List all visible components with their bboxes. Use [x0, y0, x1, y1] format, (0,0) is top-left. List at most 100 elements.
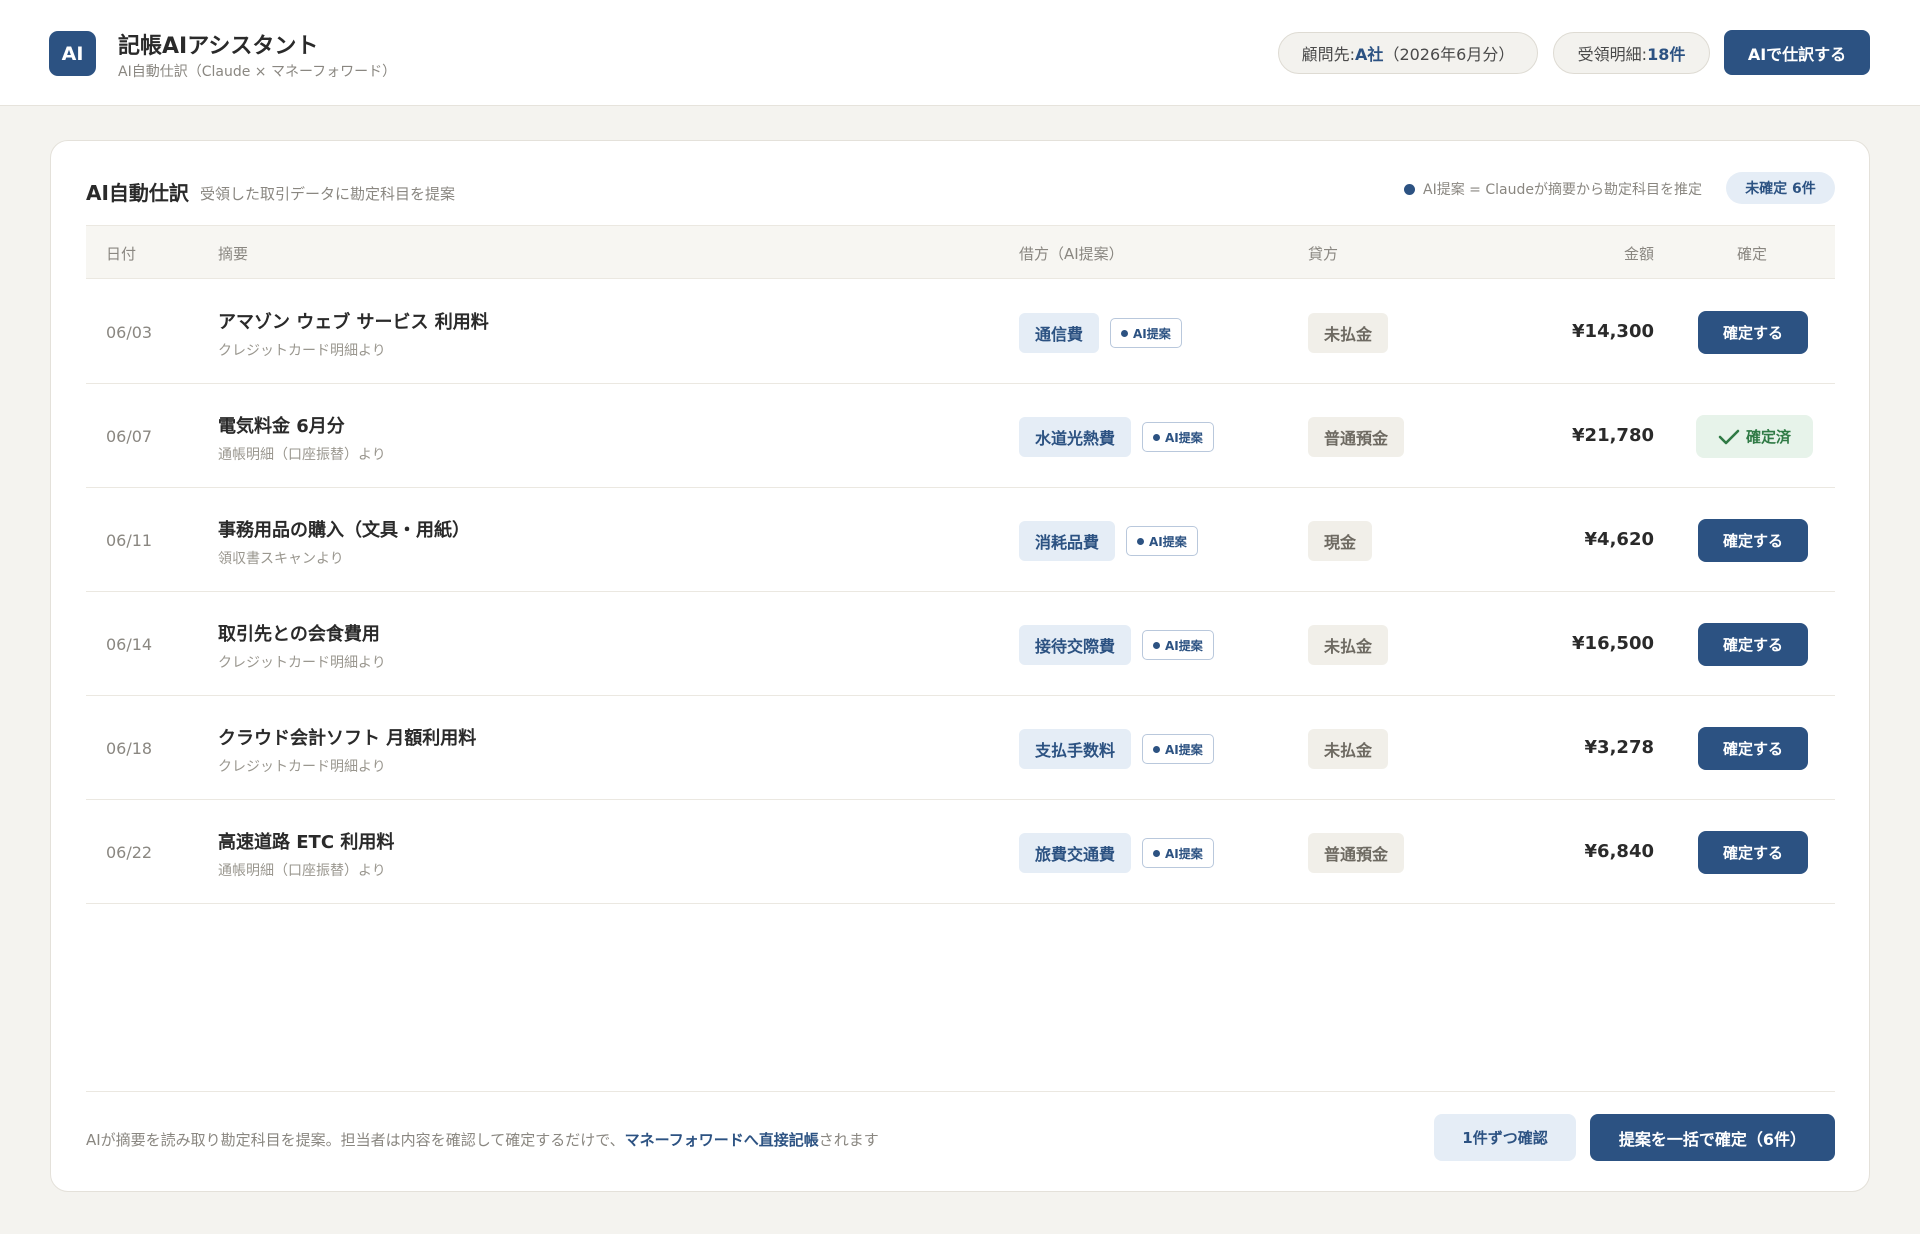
credit-cell: 未払金 — [1308, 313, 1389, 353]
row-amount: ¥3,278 — [1584, 737, 1654, 758]
client-name: A社 — [1355, 45, 1384, 64]
received-value: 18件 — [1647, 45, 1686, 64]
row-amount: ¥6,840 — [1584, 841, 1654, 862]
ai-suggestion-chip: AI提案 — [1142, 630, 1214, 660]
debit-cell: 通信費 AI提案 — [1019, 313, 1182, 353]
header-description: 摘要 — [218, 245, 249, 263]
row-date: 06/14 — [106, 635, 153, 654]
ai-suggestion-chip: AI提案 — [1142, 838, 1214, 868]
debit-account-tag[interactable]: 接待交際費 — [1019, 625, 1132, 665]
ai-dot-icon — [1121, 329, 1129, 337]
row-title: 高速道路 ETC 利用料 — [218, 832, 395, 853]
footer-divider — [86, 1091, 1835, 1092]
header-debit: 借方（AI提案） — [1019, 245, 1124, 263]
ai-dot-icon — [1153, 433, 1161, 441]
credit-account-tag[interactable]: 未払金 — [1308, 313, 1389, 353]
table-row: 06/22 高速道路 ETC 利用料通帳明細（口座振替）より 旅費交通費 AI提案 普通… — [86, 800, 1835, 904]
ai-dot-icon — [1153, 641, 1161, 649]
confirm-button[interactable]: 確定する — [1698, 311, 1808, 354]
app-logo: AI — [49, 31, 96, 76]
credit-cell: 普通預金 — [1308, 833, 1405, 873]
card-description: 受領した取引データに勘定科目を提案 — [200, 185, 456, 203]
credit-account-tag[interactable]: 未払金 — [1308, 625, 1389, 665]
ai-chip-label: AI提案 — [1165, 638, 1203, 653]
row-date: 06/18 — [106, 739, 153, 758]
row-source: 通帳明細（口座振替）より — [218, 863, 386, 879]
ai-chip-label: AI提案 — [1149, 534, 1187, 549]
table-row: 06/14 取引先との会食費用クレジットカード明細より 接待交際費 AI提案 未払金 ¥1… — [86, 592, 1835, 696]
confirmed-label: 確定済 — [1745, 428, 1791, 446]
review-one-by-one-button[interactable]: 1件ずつ確認 — [1434, 1114, 1576, 1161]
ai-suggestion-chip: AI提案 — [1110, 318, 1182, 348]
credit-cell: 普通預金 — [1308, 417, 1405, 457]
ai-dot-icon — [1137, 537, 1145, 545]
ai-journalize-button[interactable]: AIで仕訳する — [1724, 30, 1870, 75]
received-count: 受領明細: 18件 — [1553, 32, 1710, 74]
debit-cell: 旅費交通費 AI提案 — [1019, 833, 1214, 873]
pending-count-badge: 未確定 6件 — [1726, 172, 1835, 204]
row-title: クラウド会計ソフト 月額利用料 — [218, 728, 477, 749]
credit-account-tag[interactable]: 普通預金 — [1308, 833, 1405, 873]
credit-cell: 未払金 — [1308, 625, 1389, 665]
row-source: クレジットカード明細より — [218, 759, 386, 775]
header-amount: 金額 — [1623, 245, 1654, 263]
debit-account-tag[interactable]: 支払手数料 — [1019, 729, 1132, 769]
ai-chip-label: AI提案 — [1165, 430, 1203, 445]
credit-account-tag[interactable]: 現金 — [1308, 521, 1373, 561]
check-icon — [1718, 429, 1740, 444]
app-subtitle: AI自動仕訳（Claude × マネーフォワード） — [118, 64, 397, 80]
header-confirm: 確定 — [1737, 245, 1768, 263]
debit-cell: 支払手数料 AI提案 — [1019, 729, 1214, 769]
row-amount: ¥14,300 — [1572, 321, 1654, 342]
ai-dot-icon — [1153, 745, 1161, 753]
ai-dot-icon — [1153, 849, 1161, 857]
debit-account-tag[interactable]: 消耗品費 — [1019, 521, 1116, 561]
debit-account-tag[interactable]: 水道光熱費 — [1019, 417, 1132, 457]
row-source: 領収書スキャンより — [218, 551, 344, 567]
row-title: 取引先との会食費用 — [218, 624, 380, 645]
row-title: 事務用品の購入（文具・用紙） — [218, 520, 470, 541]
confirm-button[interactable]: 確定する — [1698, 727, 1808, 770]
confirmed-status: 確定済 — [1696, 415, 1813, 458]
row-date: 06/07 — [106, 427, 153, 446]
row-source: クレジットカード明細より — [218, 343, 386, 359]
debit-cell: 水道光熱費 AI提案 — [1019, 417, 1214, 457]
debit-account-tag[interactable]: 旅費交通費 — [1019, 833, 1132, 873]
row-date: 06/11 — [106, 531, 153, 550]
debit-cell: 接待交際費 AI提案 — [1019, 625, 1214, 665]
ai-chip-label: AI提案 — [1133, 326, 1171, 341]
ai-chip-label: AI提案 — [1165, 846, 1203, 861]
row-date: 06/03 — [106, 323, 153, 342]
bulk-confirm-button[interactable]: 提案を一括で確定（6件） — [1590, 1114, 1835, 1161]
credit-account-tag[interactable]: 普通預金 — [1308, 417, 1405, 457]
row-amount: ¥16,500 — [1572, 633, 1654, 654]
app-header: AI 記帳AIアシスタント AI自動仕訳（Claude × マネーフォワード） … — [0, 0, 1920, 106]
row-source: クレジットカード明細より — [218, 655, 386, 671]
received-label: 受領明細: — [1577, 45, 1648, 64]
debit-account-tag[interactable]: 通信費 — [1019, 313, 1100, 353]
row-amount: ¥21,780 — [1572, 425, 1654, 446]
credit-account-tag[interactable]: 未払金 — [1308, 729, 1389, 769]
ai-suggestion-chip: AI提案 — [1142, 734, 1214, 764]
row-amount: ¥4,620 — [1584, 529, 1654, 550]
client-period: （2026年6月分） — [1383, 45, 1515, 64]
footer-note: AIが摘要を読み取り勘定科目を提案。担当者は内容を確認して確定するだけで、マネー… — [86, 1129, 879, 1150]
client-selector[interactable]: 顧問先: A社 （2026年6月分） — [1278, 32, 1538, 74]
table-row: 06/03 アマゾン ウェブ サービス 利用料 クレジットカード明細より 通信費 AI提… — [86, 280, 1835, 384]
moneyforward-link[interactable]: マネーフォワードへ直接記帳 — [625, 1131, 819, 1149]
table-row: 06/18 クラウド会計ソフト 月額利用料クレジットカード明細より 支払手数料 AI提… — [86, 696, 1835, 800]
legend-text: AI提案 = Claudeが摘要から勘定科目を推定 — [1423, 182, 1702, 198]
ai-chip-label: AI提案 — [1165, 742, 1203, 757]
ai-suggestion-chip: AI提案 — [1126, 526, 1198, 556]
confirm-button[interactable]: 確定する — [1698, 831, 1808, 874]
header-credit: 貸方 — [1308, 245, 1339, 263]
ai-suggestion-chip: AI提案 — [1142, 422, 1214, 452]
debit-cell: 消耗品費 AI提案 — [1019, 521, 1198, 561]
ai-legend: AI提案 = Claudeが摘要から勘定科目を推定 — [1404, 179, 1702, 199]
confirm-button[interactable]: 確定する — [1698, 519, 1808, 562]
footer-text-after: されます — [818, 1131, 879, 1149]
header-date: 日付 — [106, 245, 137, 263]
card-title: AI自動仕訳 — [86, 181, 189, 205]
confirm-button[interactable]: 確定する — [1698, 623, 1808, 666]
row-date: 06/22 — [106, 843, 153, 862]
